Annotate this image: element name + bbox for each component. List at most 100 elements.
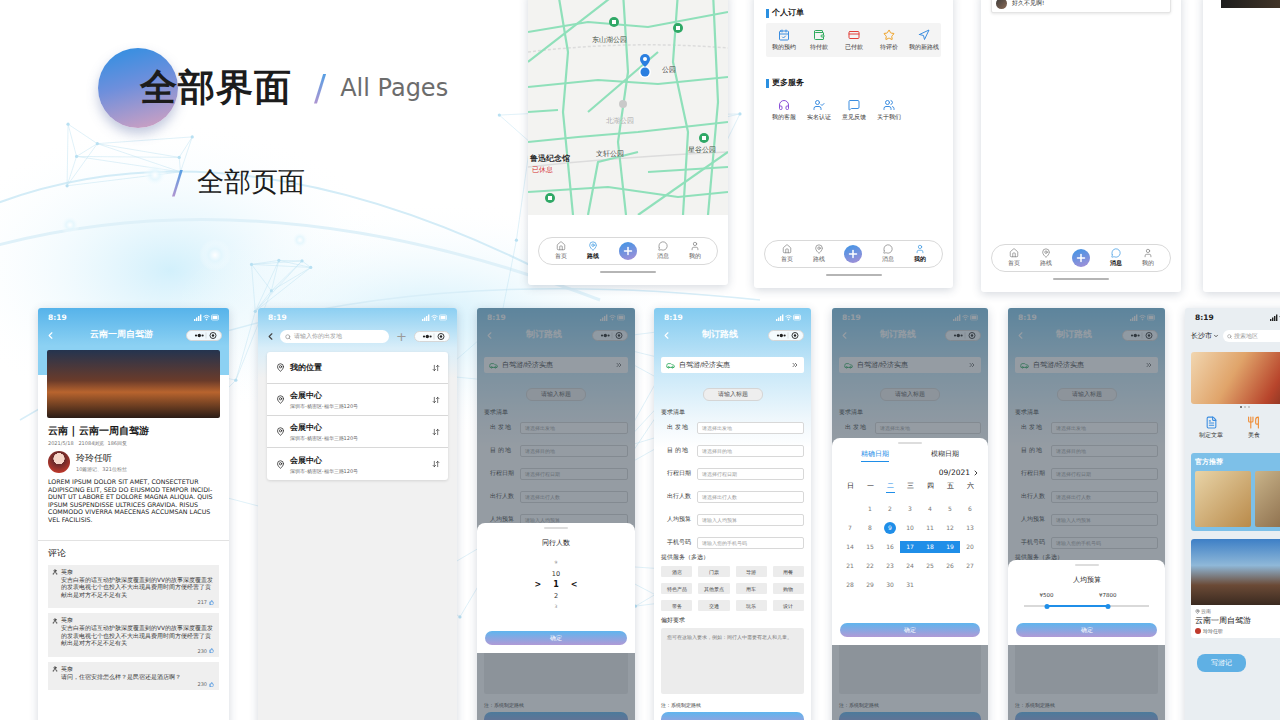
tab-item[interactable]: 我的 [689, 241, 701, 261]
field-input[interactable]: 请选择出发地 [697, 422, 804, 434]
tab-item[interactable]: 消息 [1110, 248, 1122, 268]
calendar-day[interactable]: 20 [960, 537, 980, 556]
service-entry[interactable]: 我的客服 [766, 99, 801, 121]
calendar-day[interactable]: 29 [860, 575, 880, 594]
calendar-day[interactable]: 2 [880, 499, 900, 518]
swap-icon[interactable] [432, 396, 440, 404]
shortcut[interactable]: 制定文章 [1199, 416, 1223, 439]
city-selector[interactable]: 长沙市 [1191, 331, 1219, 341]
tab-item[interactable]: 路线 [587, 241, 599, 261]
service-chip[interactable]: 带务 [661, 600, 692, 611]
calendar-day[interactable]: 9 [880, 518, 900, 537]
confirm-button[interactable]: 确定 [840, 623, 980, 637]
calendar-day[interactable]: 28 [840, 575, 860, 594]
add-button[interactable] [619, 242, 637, 260]
service-chip[interactable]: 交通 [698, 600, 729, 611]
like-count[interactable]: 230 [52, 681, 214, 687]
month-switcher[interactable]: 09/2021 [840, 468, 980, 477]
service-entry[interactable]: 意见反馈 [836, 99, 871, 121]
calendar-day[interactable]: 27 [960, 556, 980, 575]
calendar-day[interactable]: 6 [960, 499, 980, 518]
map-label[interactable]: 东山湖公园 [592, 36, 627, 45]
field-input[interactable]: 请选择行程日期 [697, 468, 804, 480]
calendar-day[interactable]: 1 [860, 499, 880, 518]
map-label[interactable]: 北湖公园 [606, 117, 634, 126]
service-entry[interactable]: 我的预约 [766, 29, 801, 51]
calendar-day[interactable]: 17 [900, 537, 920, 556]
recommend-photo[interactable] [1195, 471, 1251, 527]
service-chip[interactable]: 设计 [773, 600, 804, 611]
calendar-day[interactable]: 8 [860, 518, 880, 537]
calendar-day[interactable]: 18 [920, 537, 940, 556]
preference-textarea[interactable]: 您可在这输入要求，例如：同行人中需要有老人和儿童。 [661, 628, 804, 694]
swap-icon[interactable] [432, 428, 440, 436]
add-button[interactable] [844, 245, 862, 263]
calendar-day[interactable]: 10 [900, 518, 920, 537]
tab-item[interactable]: 首页 [781, 244, 793, 264]
calendar-day[interactable]: 30 [880, 575, 900, 594]
author-row[interactable]: 玲玲任听10篇游记、321位粉丝 [48, 451, 219, 473]
trip-card[interactable]: 云南云南一周自驾游玲玲任听 [1191, 539, 1280, 638]
field-input[interactable]: 请选择出行人数 [697, 491, 804, 503]
write-note-button[interactable]: 写游记 [1197, 654, 1246, 672]
place-row[interactable]: 会展中心深圳市-杨宙区-福华三路120号 [267, 416, 448, 448]
map-label[interactable]: 文轩公园 [596, 150, 624, 159]
tab-item[interactable]: 消息 [657, 241, 669, 261]
swap-icon[interactable] [432, 460, 440, 468]
calendar-day[interactable]: 31 [900, 575, 920, 594]
slider-handle[interactable] [1105, 604, 1110, 609]
calendar-day[interactable]: 22 [860, 556, 880, 575]
calendar-day[interactable]: 14 [840, 537, 860, 556]
budget-range-slider[interactable]: ¥500¥7800 [1024, 592, 1149, 612]
trip-type-selector[interactable]: 自驾游/经济实惠 [661, 357, 804, 373]
wheel-option[interactable]: >1< [535, 579, 578, 590]
field-input[interactable]: 请输入您的手机号码 [697, 537, 804, 549]
calendar-day[interactable]: 15 [860, 537, 880, 556]
wheel-option[interactable]: 10 [552, 568, 560, 579]
map-label[interactable]: 鲁迅纪念馆 [530, 154, 570, 164]
mini-program-capsule[interactable] [186, 330, 222, 341]
map-label[interactable]: 星谷公园 [688, 146, 716, 155]
place-row[interactable]: 我的位置 [267, 352, 448, 384]
confirm-button[interactable]: 确定 [485, 631, 627, 645]
service-chip[interactable]: 特色产品 [661, 583, 692, 594]
calendar-day[interactable]: 5 [940, 499, 960, 518]
like-count[interactable]: 217 [52, 599, 214, 605]
wheel-option[interactable]: 9 [555, 557, 558, 568]
add-button[interactable] [1072, 249, 1090, 267]
place-row[interactable]: 会展中心深圳市-杨宙区-福华三路120号 [267, 384, 448, 416]
recommend-photo[interactable] [1255, 471, 1280, 527]
back-icon[interactable] [661, 330, 672, 341]
field-input[interactable]: 请选择目的地 [697, 445, 804, 457]
service-entry[interactable]: 关于我们 [871, 99, 906, 121]
region-search[interactable]: 搜索地区 [1223, 330, 1280, 342]
mini-program-capsule[interactable] [768, 330, 804, 341]
service-entry[interactable]: 待评价 [871, 29, 906, 51]
service-chip[interactable]: 用车 [736, 583, 767, 594]
back-icon[interactable] [265, 331, 276, 342]
search-input[interactable]: 请输入你的出发地 [280, 330, 389, 343]
title-input[interactable]: 请输入标题 [703, 388, 763, 401]
service-chip[interactable]: 玩乐 [736, 600, 767, 611]
tab-item[interactable]: 我的 [1142, 248, 1154, 268]
service-entry[interactable]: 我的新路线 [906, 29, 941, 51]
swap-icon[interactable] [432, 364, 440, 372]
date-mode-tab[interactable]: 精确日期 [861, 450, 889, 462]
calendar-day[interactable]: 25 [920, 556, 940, 575]
mini-program-capsule[interactable] [414, 331, 450, 342]
service-entry[interactable]: 已付款 [836, 29, 871, 51]
tab-item[interactable]: 首页 [1008, 248, 1020, 268]
calendar-day[interactable]: 26 [940, 556, 960, 575]
map-label[interactable]: 已休息 [532, 166, 553, 175]
back-icon[interactable] [45, 330, 56, 341]
like-count[interactable]: 230 [52, 648, 214, 654]
service-entry[interactable]: 待付款 [801, 29, 836, 51]
calendar-day[interactable]: 12 [940, 518, 960, 537]
tab-item[interactable]: 我的 [914, 244, 926, 264]
calendar-day[interactable]: 4 [920, 499, 940, 518]
submit-button[interactable] [661, 712, 804, 720]
next-month-icon[interactable] [972, 469, 980, 477]
calendar-day[interactable]: 23 [880, 556, 900, 575]
date-mode-tab[interactable]: 模糊日期 [931, 450, 959, 462]
calendar-day[interactable]: 7 [840, 518, 860, 537]
